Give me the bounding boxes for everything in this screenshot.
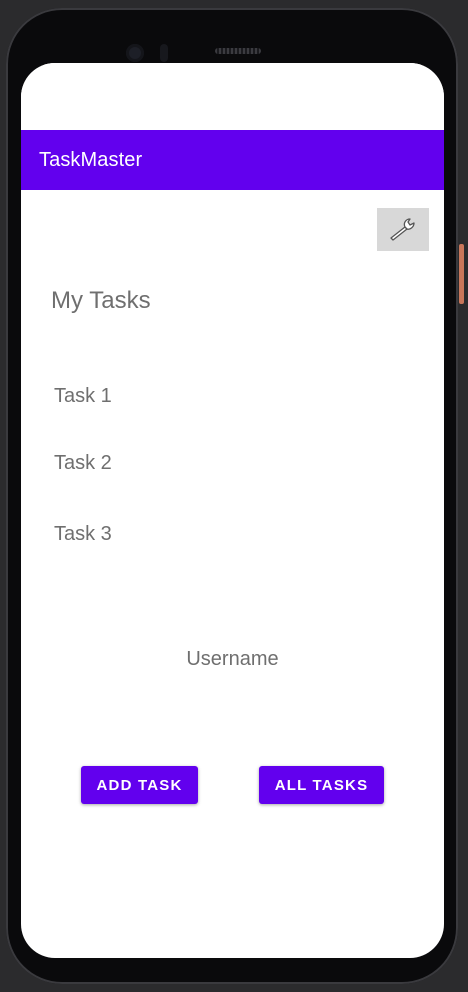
page-title: My Tasks [51,287,151,314]
app-screen: TaskMaster My Tasks Task 1 Task 2 Task 3… [21,63,444,958]
username-label: Username [186,648,279,670]
front-camera [126,44,144,62]
wrench-icon [390,218,415,241]
app-title: TaskMaster [39,149,143,171]
task-item-2[interactable]: Task 2 [54,452,112,475]
task-item-3[interactable]: Task 3 [54,523,112,546]
app-bar: TaskMaster [21,130,444,190]
all-tasks-button[interactable]: ALL TASKS [259,766,384,804]
add-task-button[interactable]: ADD TASK [81,766,198,804]
settings-button[interactable] [377,208,429,251]
device-frame: TaskMaster My Tasks Task 1 Task 2 Task 3… [0,0,468,992]
earpiece-speaker [215,48,261,54]
proximity-sensor [160,44,168,62]
task-item-1[interactable]: Task 1 [54,385,112,408]
status-bar [21,63,444,130]
power-button[interactable] [459,244,464,304]
